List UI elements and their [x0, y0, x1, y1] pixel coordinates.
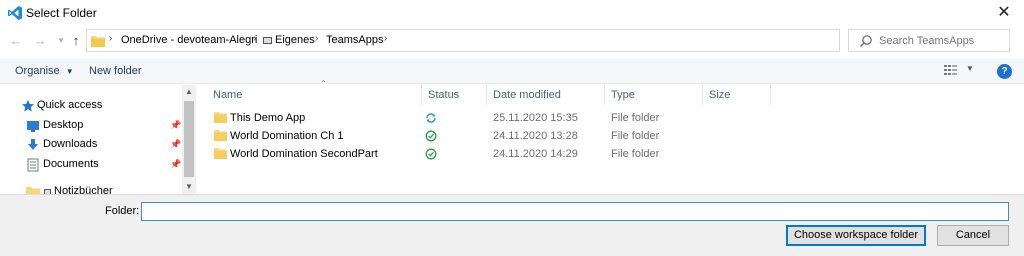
column-header-label: Type	[611, 89, 635, 101]
folder-icon	[91, 36, 105, 47]
scroll-down-icon[interactable]: ▼	[182, 180, 196, 194]
folder-label: Folder:	[105, 205, 140, 217]
new-folder-button[interactable]: New folder	[89, 65, 142, 77]
sync-pending-icon	[426, 113, 436, 123]
documents-icon	[27, 158, 39, 172]
breadcrumb-separator-icon[interactable]: ›	[253, 33, 256, 44]
column-header-date-modified[interactable]: Date modified	[487, 85, 605, 105]
choose-workspace-folder-button[interactable]: Choose workspace folder	[786, 225, 926, 246]
organise-menu[interactable]: Organise ▼	[15, 65, 74, 77]
forward-arrow-icon[interactable]: →	[32, 33, 48, 49]
file-name: World Domination Ch 1	[230, 130, 344, 142]
nav-item-downloads[interactable]: Downloads 📌	[0, 136, 182, 154]
chevron-down-icon: ▼	[65, 67, 74, 76]
view-options-icon[interactable]: ▼	[944, 64, 976, 78]
column-header-name[interactable]: ⌃ Name	[207, 79, 422, 105]
window-title: Select Folder	[26, 6, 97, 20]
file-name: This Demo App	[230, 112, 306, 124]
column-header-size[interactable]: Size	[703, 85, 771, 105]
pin-icon[interactable]: 📌	[170, 120, 181, 131]
nav-item-label: Notizbücher	[54, 185, 113, 194]
column-header-label: Size	[709, 89, 731, 101]
drive-icon	[263, 37, 272, 44]
file-name: World Domination SecondPart	[230, 148, 378, 160]
nav-item-quick-access[interactable]: Quick access	[0, 97, 182, 115]
folder-icon	[214, 130, 227, 141]
star-icon	[22, 100, 34, 112]
file-type: File folder	[611, 112, 660, 124]
table-row[interactable]: World Domination SecondPart 24.11.2020 1…	[197, 145, 1024, 163]
date-modified: 24.11.2020 14:29	[493, 148, 578, 160]
nav-item-label: Documents	[43, 158, 99, 170]
nav-item-documents[interactable]: Documents 📌	[0, 156, 182, 174]
scroll-thumb[interactable]	[184, 101, 194, 177]
file-type: File folder	[611, 130, 660, 142]
search-input[interactable]	[879, 33, 1004, 49]
dialog-footer: Folder: Choose workspace folder Cancel	[0, 194, 1024, 256]
breadcrumb-eigenes[interactable]: Eigenes	[275, 34, 315, 46]
column-header-status[interactable]: Status	[422, 85, 487, 105]
column-header-label: Name	[213, 89, 243, 101]
desktop-icon	[27, 121, 39, 132]
back-arrow-icon[interactable]: ←	[8, 33, 24, 49]
breadcrumb-teamsapps[interactable]: TeamsApps	[326, 34, 383, 46]
breadcrumb-onedrive[interactable]: OneDrive - devoteam-Alegri	[121, 34, 257, 46]
nav-item-label: Desktop	[43, 119, 84, 131]
nav-scrollbar[interactable]: ▲ ▼	[182, 85, 196, 194]
pin-icon[interactable]: 📌	[170, 159, 181, 170]
date-modified: 24.11.2020 13:28	[493, 130, 578, 142]
navigation-pane: Quick access Desktop 📌 Downloads 📌 Docum…	[0, 85, 196, 194]
nav-item-label: Downloads	[43, 138, 98, 150]
file-type: File folder	[611, 148, 660, 160]
breadcrumb-separator-icon[interactable]: ›	[109, 33, 112, 44]
download-icon	[28, 139, 38, 150]
breadcrumb-separator-icon[interactable]: ›	[315, 33, 318, 44]
column-header-label: Date modified	[493, 89, 561, 101]
vscode-icon	[8, 6, 22, 20]
table-row[interactable]: World Domination Ch 1 24.11.2020 13:28 F…	[197, 127, 1024, 145]
breadcrumb-separator-icon[interactable]: ›	[384, 33, 387, 44]
search-box[interactable]	[848, 29, 1010, 52]
synced-check-icon	[425, 148, 437, 160]
nav-item-notizbuecher[interactable]: Notizbücher	[0, 183, 182, 194]
column-header-type[interactable]: Type	[605, 85, 703, 105]
nav-item-label: Quick access	[37, 99, 103, 111]
column-header-label: Status	[428, 89, 460, 101]
address-bar[interactable]: › OneDrive - devoteam-Alegri › Eigenes ›…	[86, 29, 917, 52]
organise-label: Organise	[15, 65, 60, 77]
date-modified: 25.11.2020 15:35	[493, 112, 578, 124]
folder-icon	[26, 187, 40, 194]
file-list: ⌃ Name Status Date modified Type Size Th…	[197, 79, 1024, 194]
pin-icon[interactable]: 📌	[170, 139, 181, 150]
folder-name-input[interactable]	[141, 202, 1009, 221]
close-icon[interactable]: ✕	[994, 3, 1014, 23]
up-arrow-icon[interactable]: ↑	[68, 33, 84, 49]
command-bar: Organise ▼ New folder ▼ ?	[0, 58, 1024, 84]
navigation-bar: ← → ▼ ↑ › OneDrive - devoteam-Alegri › E…	[0, 26, 1024, 56]
folder-icon	[214, 112, 227, 123]
folder-icon	[214, 148, 227, 159]
help-icon[interactable]: ?	[997, 64, 1012, 79]
scroll-up-icon[interactable]: ▲	[182, 85, 196, 99]
synced-check-icon	[425, 130, 437, 142]
table-row[interactable]: This Demo App 25.11.2020 15:35 File fold…	[197, 109, 1024, 127]
search-icon	[860, 35, 872, 47]
title-bar: Select Folder ✕	[0, 0, 1024, 26]
recent-locations-chevron-icon[interactable]: ▼	[53, 33, 69, 49]
cancel-button[interactable]: Cancel	[937, 225, 1009, 246]
sort-ascending-icon: ⌃	[320, 79, 327, 88]
nav-item-desktop[interactable]: Desktop 📌	[0, 117, 182, 135]
